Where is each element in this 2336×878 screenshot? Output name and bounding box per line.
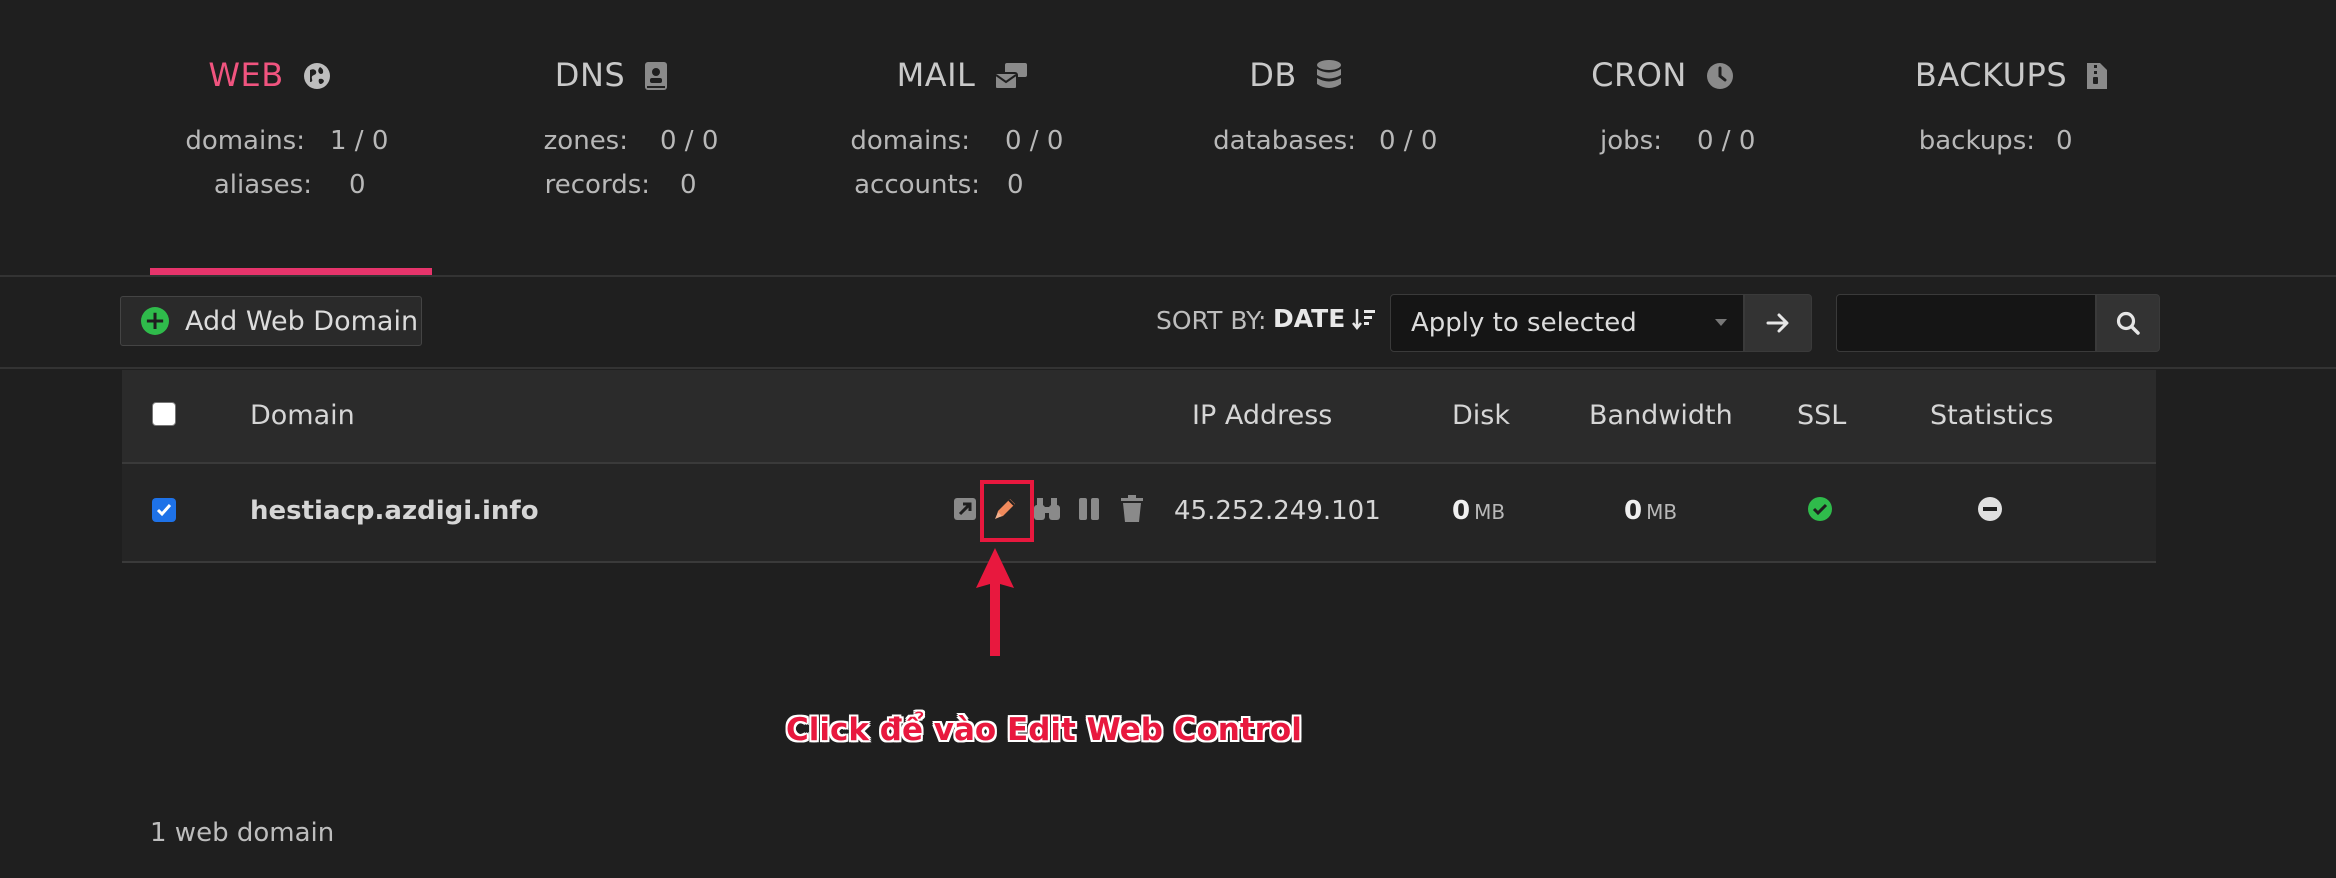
sort-by-label: SORT BY: <box>1156 306 1267 335</box>
add-web-domain-label: Add Web Domain <box>185 305 419 337</box>
stats-bar: WEB domains: 1 / 0 aliases: 0 DNS zones: 0 … <box>150 0 2150 276</box>
divider-top <box>0 275 2336 277</box>
sort-by-toggle[interactable]: DATE <box>1273 304 1377 333</box>
bandwidth-usage: 0 MB <box>1624 496 1677 526</box>
stat-db-title: DB <box>1249 56 1297 94</box>
stat-db-databases-value: 0 / 0 <box>1379 126 1438 156</box>
stat-backups-value: 0 <box>2056 126 2073 156</box>
stat-web-domains-label: domains: <box>185 126 305 156</box>
stat-cron-title: CRON <box>1591 56 1687 94</box>
sort-amount-down-icon <box>1351 306 1377 332</box>
plus-circle-icon: + <box>141 307 169 335</box>
sort-by-value: DATE <box>1273 304 1346 333</box>
stat-cron-jobs-value: 0 / 0 <box>1697 126 1756 156</box>
bulk-action-select[interactable]: Apply to selected <box>1390 294 1744 352</box>
stat-web-aliases-label: aliases: <box>213 170 312 200</box>
column-ip-address[interactable]: IP Address <box>1192 400 1332 431</box>
row-checkbox[interactable] <box>152 498 176 522</box>
arrow-up-icon <box>970 544 1020 664</box>
web-domains-table: Domain IP Address Disk Bandwidth SSL Sta… <box>122 370 2156 563</box>
add-web-domain-button[interactable]: + Add Web Domain <box>120 296 422 346</box>
domain-link[interactable]: hestiacp.azdigi.info <box>250 496 539 526</box>
bandwidth-unit: MB <box>1646 500 1678 524</box>
stat-cron-jobs-label: jobs: <box>1600 126 1662 156</box>
search-icon <box>2115 310 2141 336</box>
domain-count: 1 web domain <box>150 818 335 848</box>
stat-db-databases-label: databases: <box>1213 126 1356 156</box>
annotation-text: Click để vào Edit Web Control <box>786 712 1302 748</box>
stat-mail-domains-label: domains: <box>850 126 970 156</box>
apply-bulk-button[interactable] <box>1744 294 1812 352</box>
column-ssl[interactable]: SSL <box>1797 400 1846 431</box>
ssl-check-icon <box>1803 492 1837 526</box>
globe-icon <box>302 61 332 99</box>
file-archive-icon <box>2085 61 2109 99</box>
chevron-down-icon <box>1715 319 1727 326</box>
search-input[interactable] <box>1836 294 2096 352</box>
select-all-checkbox[interactable] <box>152 402 176 426</box>
stat-backups-label: backups: <box>1918 126 2035 156</box>
stat-dns-zones-label: zones: <box>543 126 628 156</box>
stat-web-title: WEB <box>208 56 284 94</box>
binoculars-icon[interactable] <box>1030 492 1064 526</box>
clock-icon <box>1705 61 1735 99</box>
edit-highlight-box <box>980 480 1034 542</box>
column-domain[interactable]: Domain <box>250 400 355 431</box>
search-button[interactable] <box>2096 294 2160 352</box>
column-statistics[interactable]: Statistics <box>1930 400 2053 431</box>
arrow-right-icon <box>1765 310 1791 336</box>
ip-address: 45.252.249.101 <box>1174 496 1381 526</box>
table-header: Domain IP Address Disk Bandwidth SSL Sta… <box>122 370 2156 464</box>
trash-icon[interactable] <box>1115 492 1149 526</box>
stat-dns-title: DNS <box>554 56 626 94</box>
bandwidth-value: 0 <box>1624 496 1643 526</box>
address-book-icon <box>643 61 669 99</box>
external-link-icon[interactable] <box>948 492 982 526</box>
column-bandwidth[interactable]: Bandwidth <box>1589 400 1733 431</box>
divider-toolbar <box>0 367 2336 369</box>
stat-dns-zones-value: 0 / 0 <box>660 126 719 156</box>
bulk-action-selected: Apply to selected <box>1411 308 1637 338</box>
stat-backups-title: BACKUPS <box>1914 56 2068 94</box>
disk-usage: 0 MB <box>1452 496 1505 526</box>
table-row[interactable]: hestiacp.azdigi.info 45.252.249.101 0 MB … <box>122 464 2156 563</box>
stat-mail-accounts-value: 0 <box>1007 170 1024 200</box>
stat-dns-records-label: records: <box>544 170 650 200</box>
mail-bulk-icon <box>993 61 1029 99</box>
pause-icon[interactable] <box>1072 492 1106 526</box>
active-tab-indicator <box>150 268 432 275</box>
column-disk[interactable]: Disk <box>1452 400 1510 431</box>
statistics-disabled-icon <box>1973 492 2007 526</box>
disk-unit: MB <box>1474 500 1506 524</box>
stat-web-domains-value: 1 / 0 <box>330 126 389 156</box>
disk-value: 0 <box>1452 496 1471 526</box>
stat-mail-domains-value: 0 / 0 <box>1005 126 1064 156</box>
stat-web-aliases-value: 0 <box>349 170 366 200</box>
stat-dns-records-value: 0 <box>680 170 697 200</box>
database-icon <box>1315 59 1343 99</box>
stat-mail-title: MAIL <box>896 56 976 94</box>
stat-mail-accounts-label: accounts: <box>854 170 980 200</box>
